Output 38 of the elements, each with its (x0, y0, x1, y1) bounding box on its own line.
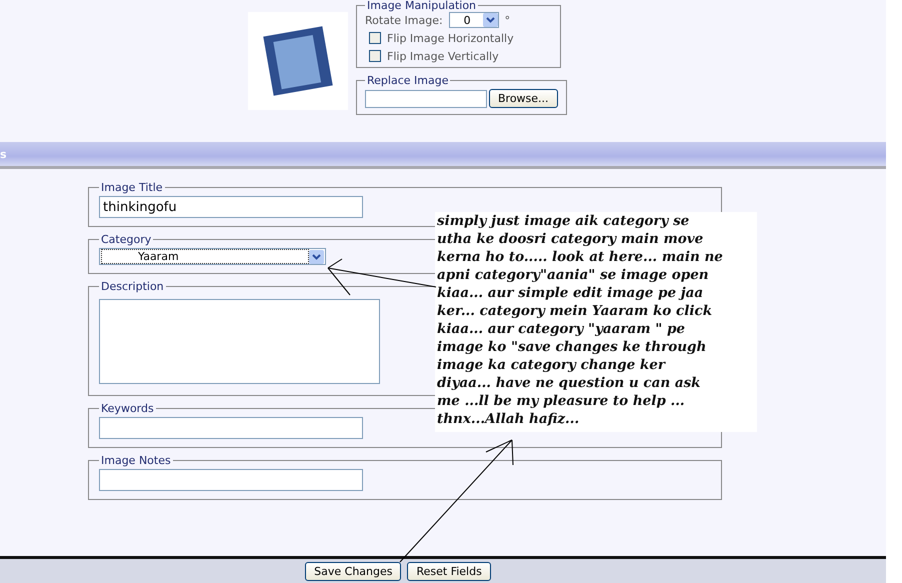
checkbox-label: Flip Image Vertically (387, 50, 499, 62)
form-button[interactable]: Save Changes (305, 562, 402, 580)
annotation-line: me ...ll be my pleasure to help ... (437, 392, 685, 410)
field-legend: Keywords (99, 402, 156, 415)
rotate-dropdown[interactable]: 0 (448, 12, 499, 28)
text-field[interactable]: thinkingofu (99, 196, 363, 218)
field-legend: Image Title (99, 181, 165, 194)
file-path-field[interactable] (365, 90, 487, 108)
checkbox[interactable] (369, 50, 381, 62)
annotation-line: utha ke doosri category main move (437, 230, 704, 248)
checkbox[interactable] (369, 32, 381, 44)
browse-button[interactable]: Browse... (489, 89, 558, 108)
checkbox-label: Flip Image Horizontally (387, 32, 514, 44)
annotation-line: image ka category change ker (437, 356, 665, 374)
degree-sign: ° (504, 14, 510, 26)
description-field[interactable] (99, 299, 380, 384)
annotation-line: thnx...Allah hafiz... (437, 410, 580, 428)
field-legend: Image Notes (99, 454, 173, 467)
annotation-line: kiaa... aur simple edit image pe jaa (437, 284, 704, 302)
text-field[interactable] (99, 417, 363, 439)
category-dropdown[interactable]: Yaaram (99, 248, 326, 265)
annotation-line: kiaa... aur category "yaaram " pe (437, 320, 686, 338)
field-legend: Category (99, 233, 154, 246)
annotation-line: apni category"aania" se image open (437, 266, 709, 284)
annotation-line: kerna ho to..... look at here... main ne (437, 248, 723, 266)
section-title: s (0, 148, 7, 160)
field-legend: Description (99, 280, 166, 293)
section-legend: Image Manipulation (365, 0, 478, 11)
annotation-line: simply just image aik category se (437, 212, 690, 230)
text-field[interactable] (99, 469, 363, 491)
rotate-label: Rotate Image: (365, 14, 443, 26)
annotation-line: diyaa... have ne question u can ask (437, 374, 701, 392)
annotation-line: ker... category mein Yaaram ko click (437, 302, 712, 320)
section-legend: Replace Image (365, 74, 450, 87)
chevron-down-icon (309, 250, 324, 264)
chevron-down-icon (482, 13, 498, 27)
form-button[interactable]: Reset Fields (407, 562, 491, 580)
annotation-line: image ko "save changes ke through (437, 338, 706, 356)
